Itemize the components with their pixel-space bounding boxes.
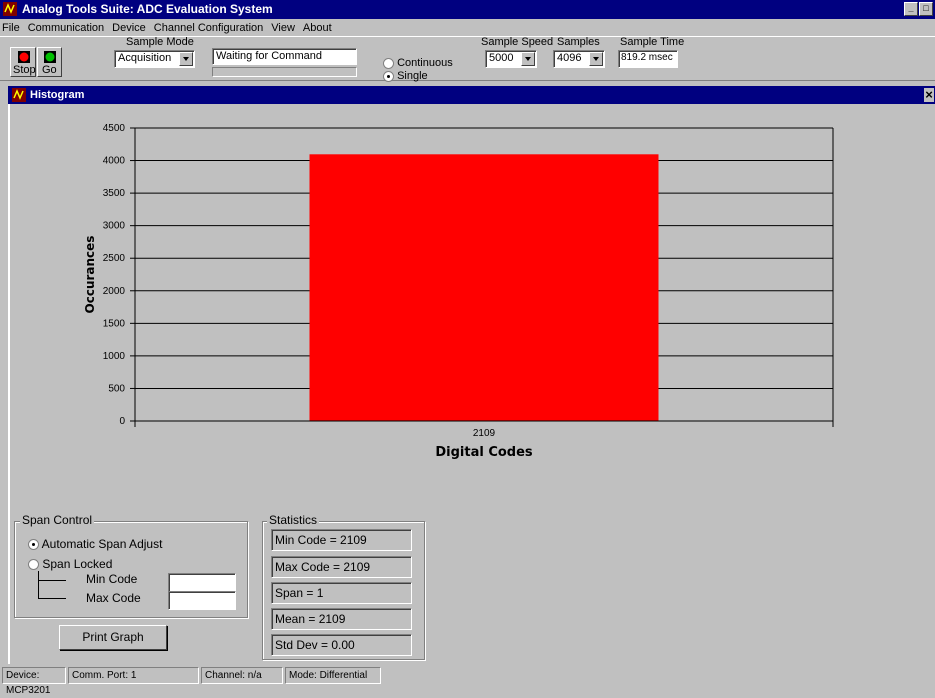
radio-selected-icon (383, 70, 394, 82)
radio-icon (28, 559, 39, 571)
single-radio[interactable]: Single (383, 70, 428, 82)
min-code-input[interactable] (168, 573, 236, 592)
sample-time-label: Sample Time (620, 36, 685, 48)
histogram-icon (12, 88, 26, 102)
chart-bars (309, 154, 659, 422)
status-text: Waiting for Command (216, 50, 322, 62)
y-tick-label: 3000 (103, 221, 126, 232)
print-graph-label: Print Graph (82, 630, 144, 644)
sample-mode-select[interactable]: Acquisition (114, 50, 195, 68)
stat-std-dev: Std Dev = 0.00 (271, 634, 412, 656)
menu-channel-configuration[interactable]: Channel Configuration (154, 22, 263, 34)
statistics-title: Statistics (267, 513, 320, 527)
menu-view[interactable]: View (271, 22, 295, 34)
y-tick-label: 4500 (103, 123, 126, 134)
stat-mean-text: Mean = 2109 (275, 612, 346, 626)
menu-file[interactable]: File (2, 22, 20, 34)
y-axis-label: Occurances (83, 236, 97, 314)
menu-bar: File Communication Device Channel Config… (0, 19, 935, 36)
status-field: Waiting for Command (212, 48, 357, 65)
sample-speed-select[interactable]: 5000 (485, 50, 537, 68)
continuous-radio[interactable]: Continuous (383, 57, 453, 69)
y-tick-label: 4000 (103, 156, 126, 167)
single-label: Single (397, 70, 428, 82)
status-channel: Channel: n/a (201, 667, 283, 684)
histogram-title-bar: Histogram × (8, 86, 935, 104)
status-mode: Mode: Differential (285, 667, 381, 684)
sample-time-value: 819.2 msec (621, 52, 673, 63)
radio-selected-icon (28, 539, 39, 551)
y-tick-label: 3500 (103, 188, 126, 199)
go-label: Go (42, 64, 57, 76)
go-button[interactable]: Go (37, 47, 62, 77)
y-tick-label: 2000 (103, 286, 126, 297)
histogram-title: Histogram (30, 89, 85, 101)
samples-label: Samples (557, 36, 600, 48)
stat-max-code: Max Code = 2109 (271, 556, 412, 578)
samples-value: 4096 (557, 52, 582, 64)
tree-line (38, 598, 66, 599)
maximize-button[interactable]: □ (919, 2, 933, 16)
stat-min-code: Min Code = 2109 (271, 529, 412, 551)
min-code-label: Min Code (86, 572, 138, 586)
stop-label: Stop (13, 64, 36, 76)
automatic-span-label: Automatic Span Adjust (41, 537, 163, 551)
tree-line (38, 580, 66, 581)
stat-mean: Mean = 2109 (271, 608, 412, 630)
stop-button[interactable]: Stop (10, 47, 36, 77)
stat-span-text: Span = 1 (275, 586, 324, 600)
max-code-input[interactable] (168, 591, 236, 610)
sample-speed-label: Sample Speed (481, 36, 554, 48)
stop-light-icon (18, 51, 30, 63)
sample-speed-value: 5000 (489, 52, 514, 64)
automatic-span-radio[interactable]: Automatic Span Adjust (28, 537, 162, 551)
max-code-label: Max Code (86, 591, 141, 605)
chevron-down-icon[interactable] (521, 52, 535, 66)
sample-mode-label: Sample Mode (126, 36, 194, 48)
radio-icon (383, 57, 394, 69)
y-tick-label: 1000 (103, 351, 126, 362)
continuous-label: Continuous (397, 57, 453, 69)
sample-mode-value: Acquisition (118, 52, 172, 64)
y-tick-label: 2500 (103, 253, 126, 264)
status-bar: Device: MCP3201 Comm. Port: 1 Channel: n… (0, 667, 935, 696)
window-title: Analog Tools Suite: ADC Evaluation Syste… (22, 2, 273, 16)
tree-line (38, 571, 39, 598)
x-tick-label: 2109 (473, 428, 496, 439)
y-tick-label: 500 (108, 383, 125, 394)
window-title-bar: Analog Tools Suite: ADC Evaluation Syste… (0, 0, 935, 19)
span-locked-label: Span Locked (42, 557, 113, 571)
histogram-chart: 0 500 1000 1500 2000 2500 3000 3500 4000 4500 2109… (83, 123, 834, 460)
go-light-icon (44, 51, 56, 63)
toolbar: Stop Go Sample Mode Acquisition Waiting … (0, 36, 935, 82)
sample-time-field: 819.2 msec (618, 50, 678, 68)
x-axis-label: Digital Codes (435, 445, 533, 460)
chevron-down-icon[interactable] (589, 52, 603, 66)
stat-min-text: Min Code = 2109 (275, 533, 367, 547)
close-icon[interactable]: × (924, 88, 934, 102)
stat-max-text: Max Code = 2109 (275, 560, 371, 574)
menu-device[interactable]: Device (112, 22, 146, 34)
app-icon (3, 2, 17, 16)
menu-communication[interactable]: Communication (28, 22, 104, 34)
print-graph-button[interactable]: Print Graph (59, 625, 167, 650)
minimize-button[interactable]: _ (904, 2, 918, 16)
progress-bar (212, 67, 357, 77)
y-tick-label: 0 (119, 416, 125, 427)
status-port: Comm. Port: 1 (68, 667, 199, 684)
span-control-title: Span Control (20, 513, 95, 527)
stat-std-text: Std Dev = 0.00 (275, 638, 355, 652)
menu-about[interactable]: About (303, 22, 332, 34)
status-device: Device: MCP3201 (2, 667, 66, 696)
chevron-down-icon[interactable] (179, 52, 193, 66)
stat-span: Span = 1 (271, 582, 412, 604)
span-locked-radio[interactable]: Span Locked (28, 557, 112, 571)
y-tick-label: 1500 (103, 318, 126, 329)
histogram-bar (309, 154, 659, 422)
samples-select[interactable]: 4096 (553, 50, 605, 68)
